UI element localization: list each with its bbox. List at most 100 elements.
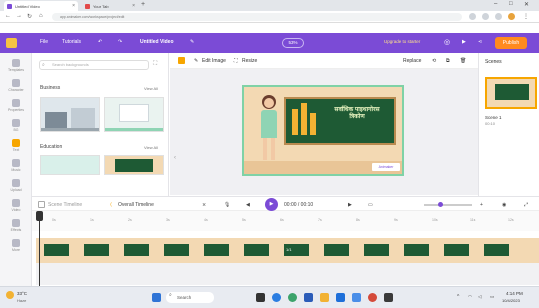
rail-item-text[interactable]: Text: [4, 139, 28, 152]
redo-icon[interactable]: ↷: [118, 39, 122, 45]
browser-tab[interactable]: Your Tab ×: [82, 1, 138, 11]
chrome-icon[interactable]: [288, 293, 297, 302]
browser-tab-active[interactable]: Untitled Video ×: [4, 1, 78, 11]
rail-item-effects[interactable]: Effects: [4, 219, 28, 232]
new-tab-button[interactable]: +: [141, 1, 145, 8]
profile-avatar[interactable]: [508, 13, 515, 20]
rail-item-character[interactable]: Character: [4, 79, 28, 92]
zoom-slider[interactable]: [424, 202, 472, 207]
extension-icon[interactable]: [469, 13, 476, 20]
effects-icon: [12, 219, 20, 227]
extension-icon[interactable]: [482, 13, 489, 20]
upgrade-link[interactable]: Upgrade to starter: [384, 39, 420, 44]
reload-icon[interactable]: ↻: [27, 13, 32, 20]
delete-icon[interactable]: 🗑: [460, 58, 466, 64]
rail-item-bg[interactable]: BG: [4, 119, 28, 132]
edge-icon[interactable]: [272, 293, 281, 302]
taskbar-search[interactable]: Search: [166, 292, 214, 303]
scene-canvas[interactable]: सर्वाधिक पाइथागोरस त्रिकोण Animaker: [242, 85, 404, 176]
resize-icon[interactable]: ⛶: [234, 58, 238, 64]
close-window-button[interactable]: ✕: [524, 1, 529, 8]
rail-item-video[interactable]: Video: [4, 199, 28, 212]
rail-item-more[interactable]: More: [4, 239, 28, 252]
playhead-handle[interactable]: [36, 211, 43, 221]
mail-icon[interactable]: [336, 293, 345, 302]
zoom-in-icon[interactable]: +: [480, 202, 483, 208]
track-frame: [124, 244, 149, 256]
split-icon[interactable]: ⨯: [202, 202, 206, 208]
back-arrow-icon[interactable]: ←: [5, 13, 11, 19]
forward-arrow-icon[interactable]: →: [16, 13, 22, 19]
share-icon[interactable]: ⋖: [478, 39, 482, 45]
publish-button[interactable]: Publish: [495, 37, 527, 49]
file-explorer-icon[interactable]: [256, 293, 265, 302]
audio-icon[interactable]: ◉: [502, 202, 506, 208]
replace-button[interactable]: Replace: [403, 58, 421, 64]
wifi-icon[interactable]: ◠: [468, 294, 472, 300]
copy-icon[interactable]: ⧉: [446, 58, 450, 64]
folder-icon[interactable]: [320, 293, 329, 302]
scene-thumbnail[interactable]: [485, 77, 537, 109]
bookmark-icon[interactable]: [495, 13, 502, 20]
forward-icon[interactable]: ▶: [348, 202, 352, 208]
background-thumbnail[interactable]: [104, 155, 164, 175]
scene-timeline-tab[interactable]: Scene Timeline: [48, 202, 82, 208]
url-field[interactable]: app.animaker.com/workspace/project/edit: [52, 13, 462, 21]
clock-time[interactable]: 4:14 PM: [506, 291, 523, 296]
home-icon[interactable]: ⌂: [39, 13, 43, 19]
close-icon[interactable]: ×: [132, 3, 135, 9]
close-icon[interactable]: ×: [72, 3, 75, 9]
play-preview-icon[interactable]: ▶: [462, 39, 466, 45]
rewind-icon[interactable]: ◀: [246, 202, 250, 208]
expand-icon[interactable]: ⤢: [524, 202, 528, 208]
caption-icon[interactable]: ▭: [368, 202, 373, 208]
flip-icon[interactable]: ⟲: [432, 58, 436, 64]
battery-icon[interactable]: ▭: [490, 294, 494, 300]
character-body[interactable]: [261, 110, 277, 138]
animaker-logo-icon[interactable]: [6, 38, 17, 48]
maximize-button[interactable]: □: [509, 1, 513, 7]
zoom-slider-handle[interactable]: [438, 202, 443, 207]
properties-icon: [12, 99, 20, 107]
browser-menu-icon[interactable]: ⋮: [523, 13, 529, 20]
tutorials-menu[interactable]: Tutorials: [62, 39, 81, 45]
background-thumbnail[interactable]: [104, 97, 164, 132]
app-icon[interactable]: [352, 293, 361, 302]
rail-item-upload[interactable]: Upload: [4, 179, 28, 192]
undo-icon[interactable]: ↶: [98, 39, 102, 45]
ruler-tick: 2s: [128, 218, 132, 222]
mic-icon[interactable]: 🎙: [224, 202, 230, 208]
preview-icon[interactable]: ◎: [444, 38, 450, 46]
background-thumbnail[interactable]: [40, 155, 100, 175]
clock-date[interactable]: 10/4/2023: [502, 298, 520, 303]
file-menu[interactable]: File: [40, 39, 48, 45]
edit-image-button[interactable]: Edit Image: [202, 58, 226, 64]
tray-chevron-icon[interactable]: ^: [457, 294, 459, 300]
filter-icon[interactable]: ⛶: [153, 61, 157, 68]
view-all-link[interactable]: View All: [144, 86, 158, 91]
app-icon[interactable]: [384, 293, 393, 302]
rail-item-music[interactable]: Music: [4, 159, 28, 172]
edit-image-icon[interactable]: ✎: [194, 58, 198, 64]
rail-item-properties[interactable]: Properties: [4, 99, 28, 112]
library-search-input[interactable]: Search backgrounds: [39, 60, 149, 70]
speaker-icon[interactable]: ◁: [478, 294, 481, 300]
background-swatch-icon[interactable]: [178, 57, 185, 64]
background-thumbnail[interactable]: [40, 97, 100, 132]
chalkboard[interactable]: सर्वाधिक पाइथागोरस त्रिकोण: [284, 97, 396, 145]
view-all-link[interactable]: View All: [144, 145, 158, 150]
background-track[interactable]: 1/1: [36, 238, 539, 263]
rail-item-templates[interactable]: Templates: [4, 59, 28, 72]
collapse-panel-icon[interactable]: ‹: [174, 155, 176, 161]
edit-title-icon[interactable]: ✎: [190, 39, 194, 45]
resize-button[interactable]: Resize: [242, 58, 257, 64]
overall-timeline-tab[interactable]: Overall Timeline: [118, 202, 154, 208]
windows-start-icon[interactable]: [152, 293, 161, 302]
chrome-active-icon[interactable]: [368, 293, 377, 302]
empty-track-area[interactable]: [36, 263, 539, 285]
minimize-button[interactable]: –: [494, 1, 497, 7]
store-icon[interactable]: [304, 293, 313, 302]
play-button[interactable]: ▶: [265, 198, 278, 211]
zoom-level[interactable]: 53%: [282, 38, 304, 48]
project-title[interactable]: Untitled Video: [140, 39, 174, 45]
